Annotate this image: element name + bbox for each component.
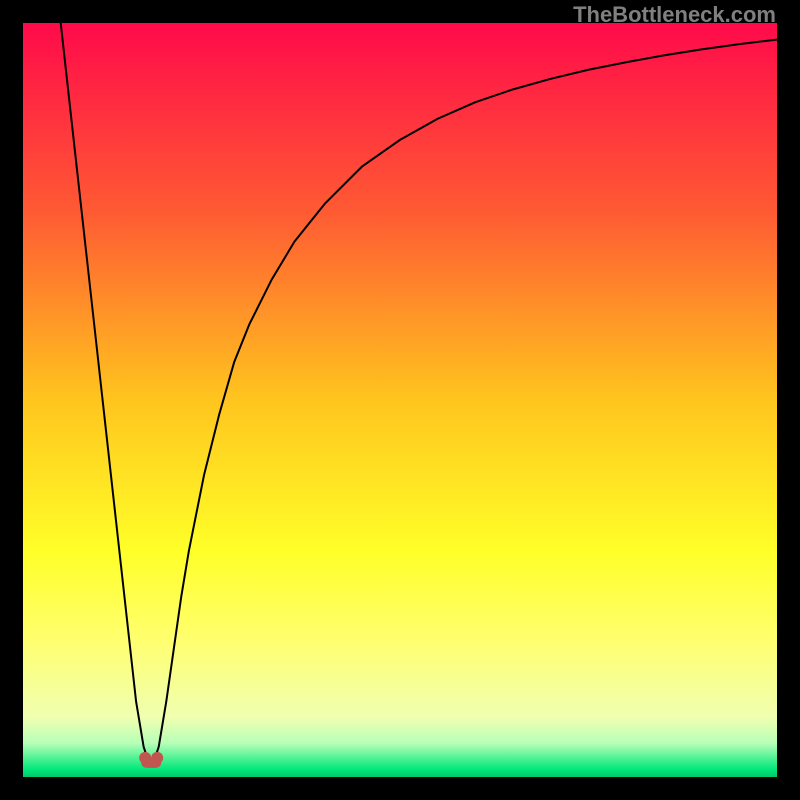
bottleneck-curve [23, 23, 777, 777]
watermark-text: TheBottleneck.com [573, 2, 776, 28]
plot-area [23, 23, 777, 777]
chart-frame: TheBottleneck.com [0, 0, 800, 800]
minimum-marker [139, 752, 163, 768]
